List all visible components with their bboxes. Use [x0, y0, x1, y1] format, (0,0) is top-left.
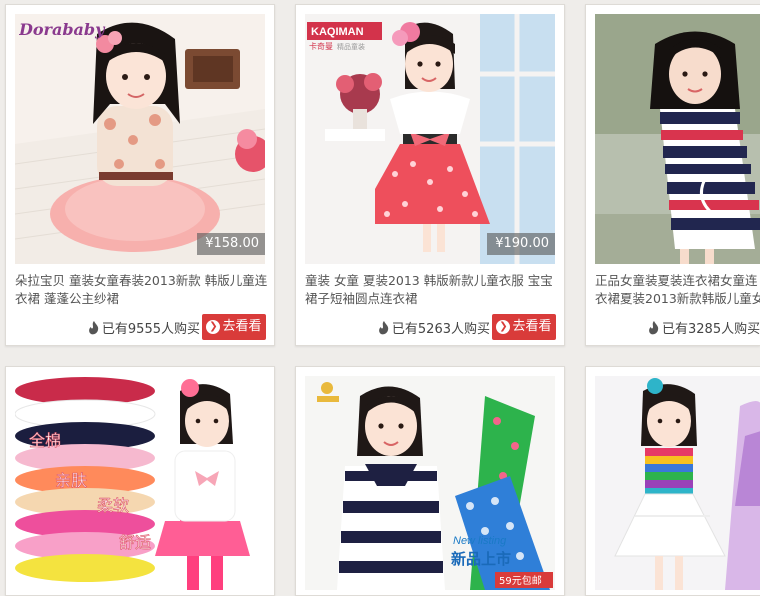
- product-image[interactable]: [595, 376, 760, 590]
- product-image[interactable]: 全棉 亲肤 柔软 舒适: [15, 376, 265, 590]
- product-card[interactable]: [585, 366, 760, 596]
- product-title[interactable]: 童装 女童 夏装2013 韩版新款儿童衣服 宝宝裙子短袖圆点连衣裙: [305, 272, 559, 308]
- buyer-count: 已有5263人购买: [378, 318, 490, 337]
- product-title[interactable]: 正品女童装夏装连衣裙女童连衣裙夏装2013新款韩版儿童女成人亲子装连衣裙包邮: [595, 272, 760, 308]
- buyer-count-text: 已有3285人购买: [662, 322, 760, 337]
- product-card[interactable]: KAQIMAN 卡奇曼 精品童装 ¥190.00 童装 女童 夏装2013 韩版…: [295, 4, 565, 346]
- brand-logo-cn: 卡奇曼: [309, 41, 333, 51]
- overlay-text: 舒适: [119, 533, 151, 552]
- svg-text:Dorababy: Dorababy: [19, 20, 106, 39]
- brand-logo-sub: 精品童装: [337, 42, 365, 51]
- product-card[interactable]: 正品女童装夏装连衣裙女童连衣裙夏装2013新款韩版儿童女成人亲子装连衣裙包邮 已…: [585, 4, 760, 346]
- product-image[interactable]: [595, 14, 760, 264]
- overlay-text: 柔软: [97, 496, 129, 515]
- product-image[interactable]: Dorababy ¥158.00: [15, 14, 265, 264]
- product-meta: 已有9555人购买 ❯ 去看看: [15, 314, 266, 340]
- new-listing-badge: New listing: [453, 535, 507, 547]
- buyer-count-text: 已有5263人购买: [391, 322, 490, 337]
- brand-logo: KAQIMAN 卡奇曼 精品童装: [307, 22, 382, 51]
- product-meta: 已有5263人购买 ❯ 去看看: [305, 314, 556, 340]
- arrow-right-icon: ❯: [496, 320, 511, 334]
- new-listing-badge-cn: 新品上市: [451, 550, 511, 568]
- view-button-label: 去看看: [512, 319, 552, 334]
- view-button[interactable]: ❯ 去看看: [492, 314, 556, 340]
- flame-icon: [649, 321, 659, 335]
- arrow-right-icon: ❯: [206, 320, 221, 334]
- buyer-count: 已有9555人购买: [88, 318, 200, 337]
- buyer-count-text: 已有9555人购买: [101, 322, 200, 337]
- flame-icon: [379, 321, 389, 335]
- product-meta: 已有3285人购买: [595, 314, 760, 340]
- brand-logo: Dorababy: [19, 20, 106, 39]
- view-button-label: 去看看: [222, 319, 262, 334]
- overlay-text: 亲肤: [55, 471, 87, 490]
- overlay-text: 全棉: [29, 431, 61, 450]
- new-listing-price: 59元包邮: [499, 574, 542, 587]
- product-card[interactable]: New listing 新品上市 59元包邮: [295, 366, 565, 596]
- flame-icon: [89, 321, 99, 335]
- product-title[interactable]: 朵拉宝贝 童装女童春装2013新款 韩版儿童连衣裙 蓬蓬公主纱裙: [15, 272, 269, 308]
- svg-text:KAQIMAN: KAQIMAN: [311, 26, 364, 38]
- product-image[interactable]: New listing 新品上市 59元包邮: [305, 376, 555, 590]
- buyer-count: 已有3285人购买: [648, 318, 760, 337]
- price-tag: ¥190.00: [487, 233, 555, 255]
- product-card[interactable]: Dorababy ¥158.00 朵拉宝贝 童装女童春装2013新款 韩版儿童连…: [5, 4, 275, 346]
- product-card[interactable]: 全棉 亲肤 柔软 舒适: [5, 366, 275, 596]
- view-button[interactable]: ❯ 去看看: [202, 314, 266, 340]
- product-image[interactable]: KAQIMAN 卡奇曼 精品童装 ¥190.00: [305, 14, 555, 264]
- price-tag: ¥158.00: [197, 233, 265, 255]
